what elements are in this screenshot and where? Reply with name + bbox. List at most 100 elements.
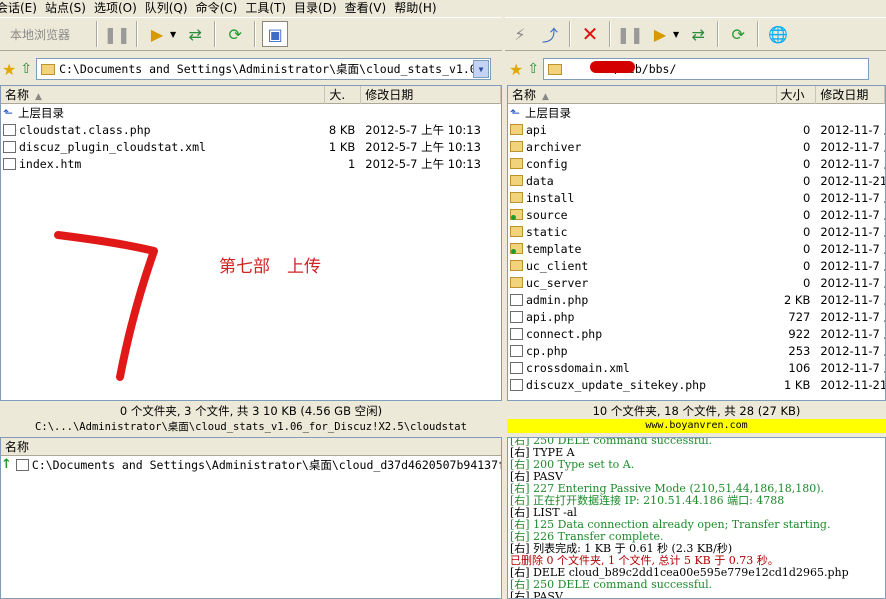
transfer-queue-icon[interactable]: ▶: [144, 21, 170, 47]
globe-icon[interactable]: 🌐: [765, 21, 791, 47]
menu-item[interactable]: 查看(V): [345, 0, 395, 16]
transfer-mode-icon[interactable]: ⇄: [685, 21, 711, 47]
table-row[interactable]: api.php 727 2012-11-7 上: [508, 308, 885, 325]
log-line: [右] PASV: [510, 590, 563, 599]
local-address-input[interactable]: C:\Documents and Settings\Administrator\…: [36, 58, 492, 80]
file-name: discuzx_update_sitekey.php: [526, 377, 707, 392]
queue-item[interactable]: ↑ C:\Documents and Settings\Administrato…: [1, 456, 501, 473]
file-modified: 2012-11-7 上: [820, 360, 885, 375]
file-name: api: [526, 122, 547, 137]
remote-file-list: 名称▲ 大小 修改日期 ⬑ 上层目录 api02012-11-7 上archiv…: [507, 85, 886, 401]
transfer-queue-icon[interactable]: ▶: [647, 21, 673, 47]
file-name: connect.php: [526, 326, 603, 341]
favorites-star-icon[interactable]: ★: [2, 60, 16, 79]
file-icon: [3, 140, 16, 153]
table-row[interactable]: discuzx_update_sitekey.php 1 KB 2012-11-21…: [508, 376, 885, 393]
toolbar-separator: [214, 21, 217, 47]
menu-item[interactable]: 会话(E): [0, 0, 45, 16]
redaction-mark: [590, 61, 635, 73]
file-name: api.php: [526, 309, 575, 324]
file-size: 8 KB: [328, 122, 356, 137]
column-size[interactable]: 大.: [325, 86, 362, 104]
column-name[interactable]: 名称 ▲: [1, 86, 326, 104]
file-size: 0: [803, 122, 811, 137]
folder-icon: [548, 63, 563, 75]
chevron-down-icon[interactable]: ▼: [473, 60, 490, 78]
file-modified: 2012-11-7 上: [820, 241, 885, 256]
parent-directory-row[interactable]: ⬑ 上层目录: [1, 104, 501, 121]
file-name: data: [526, 173, 554, 188]
table-row[interactable]: connect.php 922 2012-11-7 上: [508, 325, 885, 342]
up-folder-icon[interactable]: ⇧: [20, 61, 32, 77]
toolbar-separator: [254, 21, 257, 47]
file-modified: 2012-11-7 上: [820, 326, 885, 341]
up-folder-icon[interactable]: ⇧: [527, 61, 539, 77]
file-size: 0: [803, 156, 811, 171]
refresh-icon[interactable]: ⟳: [725, 21, 751, 47]
folder-icon: [510, 158, 523, 169]
chevron-down-icon[interactable]: ▼: [673, 30, 679, 39]
table-row[interactable]: config 0 2012-11-7 上: [508, 155, 885, 172]
pause-icon[interactable]: ❚❚: [104, 21, 131, 47]
queue-item-path: C:\Documents and Settings\Administrator\…: [31, 457, 501, 472]
file-size: 1: [347, 156, 356, 171]
table-row[interactable]: api 0 2012-11-7 上: [508, 121, 885, 138]
table-row[interactable]: template 0 2012-11-7 上: [508, 240, 885, 257]
folder-icon: [510, 141, 523, 152]
toolbar-separator: [717, 21, 720, 47]
table-row[interactable]: cp.php 253 2012-11-7 上: [508, 342, 885, 359]
table-row[interactable]: discuz_plugin_cloudstat.xml 1 KB 2012-5-7 …: [1, 138, 501, 155]
column-modified[interactable]: 修改日期: [361, 86, 501, 104]
menu-bar: 会话(E) 站点(S) 选项(O) 队列(Q) 命令(C) 工具(T) 目录(D) 查看(V)…: [0, 0, 886, 16]
file-name: discuz_plugin_cloudstat.xml: [19, 139, 206, 154]
chevron-down-icon[interactable]: ▼: [170, 30, 176, 39]
parent-directory-row[interactable]: ⬑ 上层目录: [508, 104, 885, 121]
column-modified[interactable]: 修改日期: [816, 86, 885, 104]
column-name[interactable]: 名称: [1, 438, 501, 456]
parent-directory-label: 上层目录: [18, 105, 64, 120]
table-row[interactable]: index.htm 1 2012-5-7 上午 10:13: [1, 155, 501, 172]
parent-directory-icon: ⬑: [3, 105, 14, 120]
folder-icon: [510, 209, 523, 220]
local-drive-icon[interactable]: ▣: [262, 21, 289, 47]
file-name: crossdomain.xml: [526, 360, 630, 375]
column-size[interactable]: 大小: [777, 86, 817, 104]
abort-icon[interactable]: ✕: [577, 21, 603, 47]
table-row[interactable]: crossdomain.xml 106 2012-11-7 上: [508, 359, 885, 376]
local-browser-label[interactable]: 本地浏览器: [0, 26, 92, 43]
file-size: 2 KB: [783, 292, 811, 307]
file-icon: [510, 378, 523, 391]
refresh-icon[interactable]: ⟳: [222, 21, 248, 47]
menu-item[interactable]: 工具(T): [245, 0, 294, 16]
table-row[interactable]: static 0 2012-11-7 上: [508, 223, 885, 240]
file-modified: 2012-5-7 上午 10:13: [365, 122, 481, 137]
table-row[interactable]: uc_client 0 2012-11-7 上: [508, 257, 885, 274]
menu-item[interactable]: 帮助(H): [394, 0, 444, 16]
local-column-header: 名称 ▲ 大. 修改日期: [1, 86, 501, 104]
menu-item[interactable]: 目录(D): [294, 0, 345, 16]
table-row[interactable]: data 0 2012-11-21 上: [508, 172, 885, 189]
table-row[interactable]: cloudstat.class.php 8 KB 2012-5-7 上午 10:13: [1, 121, 501, 138]
transfer-mode-icon[interactable]: ⇄: [182, 21, 208, 47]
favorites-star-icon[interactable]: ★: [509, 60, 523, 79]
menu-item[interactable]: 队列(Q): [145, 0, 196, 16]
menu-item[interactable]: 命令(C): [196, 0, 246, 16]
file-name: index.htm: [19, 156, 82, 171]
menu-item[interactable]: 选项(O): [94, 0, 145, 16]
file-icon: [510, 344, 523, 357]
file-modified: 2012-11-7 上: [820, 122, 885, 137]
table-row[interactable]: uc_server 0 2012-11-7 上: [508, 274, 885, 291]
file-name: install: [526, 190, 575, 205]
transfer-queue: 名称 ↑ C:\Documents and Settings\Administr…: [0, 437, 502, 599]
pause-icon[interactable]: ❚❚: [617, 21, 644, 47]
column-name[interactable]: 名称 ▲: [508, 86, 777, 104]
table-row[interactable]: install 0 2012-11-7 上: [508, 189, 885, 206]
table-row[interactable]: source 0 2012-11-7 上: [508, 206, 885, 223]
file-name: archiver: [526, 139, 582, 154]
menu-item[interactable]: 站点(S): [45, 0, 94, 16]
connect-icon[interactable]: ⚡: [507, 21, 533, 47]
file-size: 727: [788, 309, 811, 324]
disconnect-plug-icon[interactable]: ⤴: [537, 21, 563, 47]
table-row[interactable]: admin.php 2 KB 2012-11-7 上: [508, 291, 885, 308]
table-row[interactable]: archiver 0 2012-11-7 上: [508, 138, 885, 155]
